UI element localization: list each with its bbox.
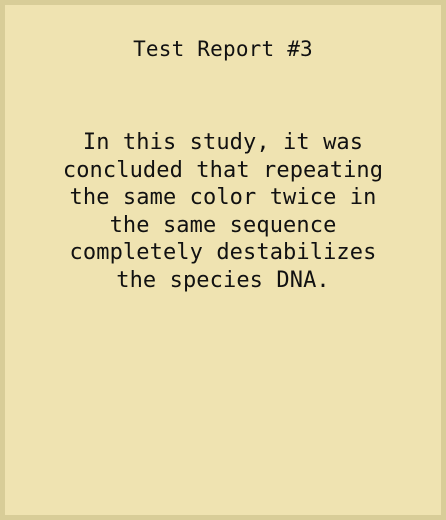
report-body-line: completely destabilizes [69,240,377,265]
report-body: In this study, it was concluded that rep… [5,129,441,294]
report-note: Test Report #3 In this study, it was con… [0,0,446,520]
report-body-line: the species DNA. [116,267,330,293]
report-body-line: the same sequence [109,212,337,238]
report-body-line: concluded that repeating [62,157,384,183]
report-body-line: In this study, it was [82,130,364,155]
report-body-line: the same color twice in [69,185,377,210]
report-title: Test Report #3 [133,37,313,61]
